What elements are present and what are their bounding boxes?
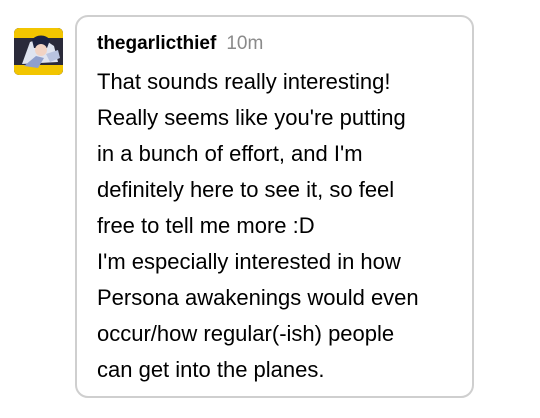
avatar-image: [14, 28, 63, 75]
comment-line: Really seems like you're putting: [97, 105, 406, 130]
comment-line: definitely here to see it, so feel: [97, 177, 395, 202]
comment-line: That sounds really interesting!: [97, 69, 391, 94]
comment-line: occur/how regular(-ish) people: [97, 321, 395, 346]
username-link[interactable]: thegarlicthief: [97, 33, 216, 55]
comment-text: That sounds really interesting! Really s…: [97, 64, 457, 388]
comment-header: thegarlicthief 10m: [97, 33, 263, 59]
comment-line: Persona awakenings would even: [97, 285, 419, 310]
timestamp: 10m: [226, 33, 264, 54]
avatar[interactable]: [14, 28, 63, 75]
comment-line: in a bunch of effort, and I'm: [97, 141, 363, 166]
comment-line: I'm especially interested in how: [97, 249, 401, 274]
comment-line: free to tell me more :D: [97, 213, 315, 238]
comment-line: can get into the planes.: [97, 357, 325, 382]
comment-bubble: thegarlicthief 10m That sounds really in…: [75, 15, 474, 398]
